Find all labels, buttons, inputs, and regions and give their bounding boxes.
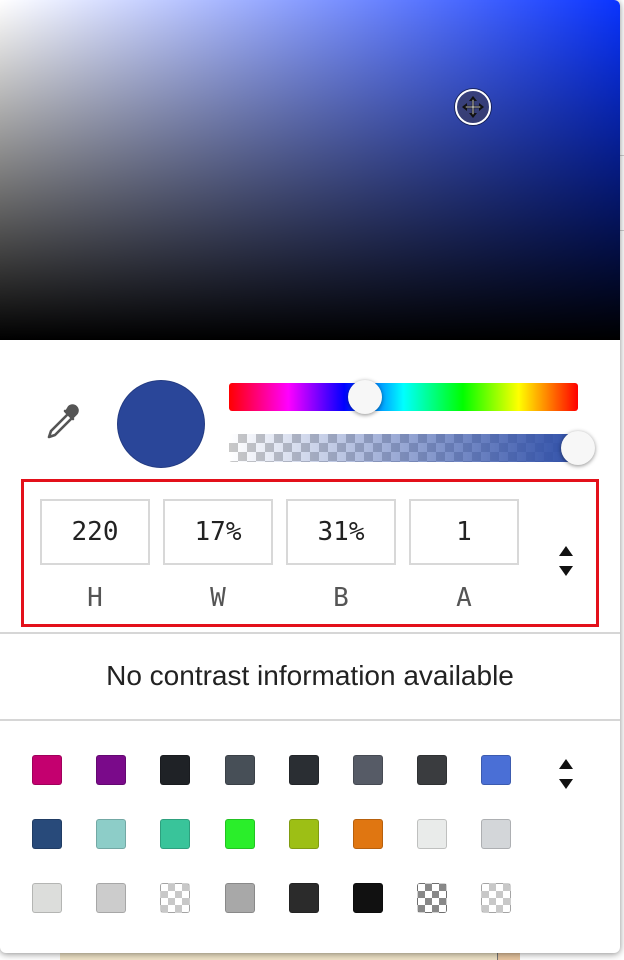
palette-swatch[interactable] [289,755,319,785]
palette-swatch[interactable] [353,819,383,849]
up-down-arrows-icon [559,546,573,576]
alpha-slider-knob[interactable] [561,431,595,465]
palette-swatch[interactable] [417,819,447,849]
whiteness-label: W [210,583,226,613]
color-selector-handle[interactable] [455,89,491,125]
palette-swatch[interactable] [417,755,447,785]
black-gradient-layer [0,0,620,340]
palette-swatch[interactable] [417,883,447,913]
contrast-info-text: No contrast information available [106,660,514,691]
divider [0,632,620,634]
hue-slider-knob[interactable] [348,380,382,414]
palette-swatch[interactable] [96,819,126,849]
divider [0,719,620,721]
palette-swatch[interactable] [353,755,383,785]
palette-swatch[interactable] [481,819,511,849]
saturation-brightness-area[interactable] [0,0,620,340]
move-cursor-icon [462,96,484,118]
palette-swatch[interactable] [160,883,190,913]
palette-swatch[interactable] [481,755,511,785]
palette-swatch[interactable] [481,883,511,913]
palette-swatch[interactable] [160,755,190,785]
eyedropper-button[interactable] [40,400,84,444]
background-line [620,155,624,156]
palette-swatch[interactable] [32,755,62,785]
palette-swatch[interactable] [353,883,383,913]
background-line [620,230,624,231]
hue-label: H [87,583,103,613]
hue-input[interactable] [40,499,150,565]
alpha-label: A [456,583,472,613]
alpha-input[interactable] [409,499,519,565]
hue-slider[interactable] [229,383,578,411]
palette-swatch[interactable] [96,883,126,913]
up-down-arrows-icon [559,759,573,789]
blackness-label: B [333,583,349,613]
palette-swatch[interactable] [225,755,255,785]
whiteness-input[interactable] [163,499,273,565]
blackness-input[interactable] [286,499,396,565]
palette-swatch[interactable] [289,819,319,849]
format-toggle-button[interactable] [552,541,580,581]
color-preview-swatch [117,380,205,468]
palette-toggle-button[interactable] [552,754,580,794]
color-picker-panel: H W B A No contrast information availabl… [0,0,620,953]
palette-swatch[interactable] [225,883,255,913]
palette-swatch[interactable] [32,819,62,849]
palette-swatch[interactable] [160,819,190,849]
palette-swatch[interactable] [225,819,255,849]
alpha-slider[interactable] [229,434,578,462]
palette-swatch[interactable] [289,883,319,913]
palette-swatch[interactable] [32,883,62,913]
alpha-gradient [229,434,578,462]
palette-swatch[interactable] [96,755,126,785]
eyedropper-icon [47,404,79,439]
